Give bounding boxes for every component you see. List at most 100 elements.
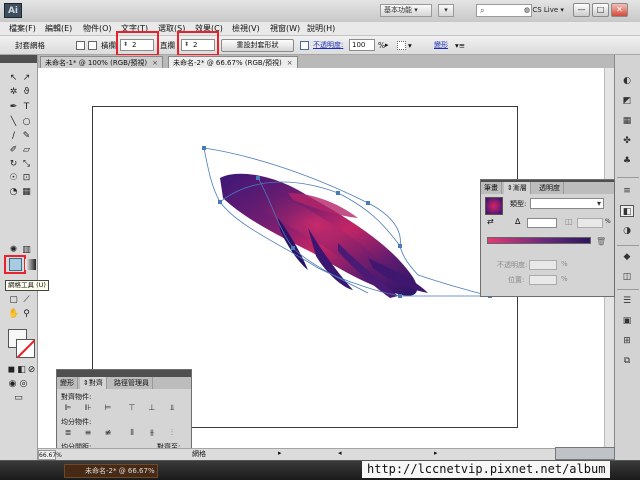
menu-object[interactable]: 物件(O) xyxy=(83,22,112,36)
distribute-right-icon[interactable]: ⫶ xyxy=(167,428,177,437)
opacity-input[interactable]: 100 xyxy=(349,39,375,51)
none-mode-icon[interactable]: ⊘ xyxy=(26,365,37,376)
menu-help[interactable]: 說明(H) xyxy=(307,22,335,36)
line-tool-icon[interactable]: ╲ xyxy=(8,117,19,128)
close-button[interactable]: ✕ xyxy=(611,3,628,17)
perspective-grid-tool-icon[interactable]: ▦ xyxy=(21,187,32,198)
symbol-sprayer-tool-icon[interactable]: ✺ xyxy=(8,245,19,256)
reference-dropdown-icon[interactable]: ▾ xyxy=(408,36,412,55)
gradient-tool-icon[interactable] xyxy=(25,259,36,270)
trash-icon[interactable]: 🗑 xyxy=(596,237,606,246)
tab-transparency[interactable]: 透明度 xyxy=(536,182,564,194)
menu-view[interactable]: 檢視(V) xyxy=(232,22,260,36)
align-left-icon[interactable]: ⊫ xyxy=(63,403,73,412)
distribute-bottom-icon[interactable]: ≢ xyxy=(103,428,113,437)
eraser-tool-icon[interactable]: ▱ xyxy=(21,145,32,156)
selection-tool-icon[interactable]: ↖ xyxy=(8,73,19,84)
reset-envelope-button[interactable]: 重設封套形狀 xyxy=(221,39,294,52)
tab-stroke[interactable]: 筆畫 xyxy=(481,182,502,194)
transparency-panel-icon[interactable]: ◑ xyxy=(620,225,634,237)
columns-stepper[interactable]: ⬍ 2 xyxy=(181,39,215,51)
menu-select[interactable]: 選取(S) xyxy=(158,22,185,36)
panel-tray-button[interactable] xyxy=(555,447,615,460)
maximize-button[interactable]: □ xyxy=(592,3,609,17)
recolor-icon[interactable] xyxy=(300,41,309,50)
hand-tool-icon[interactable]: ✋ xyxy=(8,309,19,320)
warp-tool-icon[interactable]: ☉ xyxy=(8,173,19,184)
opacity-dropdown-icon[interactable]: ▸ xyxy=(385,36,389,55)
menu-type[interactable]: 文字(T) xyxy=(121,22,148,36)
appearance-panel-icon[interactable]: ◆ xyxy=(620,251,634,263)
menu-file[interactable]: 檔案(F) xyxy=(9,22,36,36)
taskbar-window-item[interactable]: 未命名-2* @ 66.67% xyxy=(64,464,158,478)
menu-window[interactable]: 視窗(W) xyxy=(270,22,300,36)
blob-brush-tool-icon[interactable]: ✐ xyxy=(8,145,19,156)
scroll-right-icon[interactable]: ▸ xyxy=(434,449,438,457)
distribute-hcenter-icon[interactable]: ⫵ xyxy=(147,428,157,437)
tab-gradient[interactable]: ⇕漸層 xyxy=(504,182,531,194)
minimize-button[interactable]: — xyxy=(573,3,590,17)
zoom-tool-icon[interactable]: ⚲ xyxy=(21,309,32,320)
align-vcenter-icon[interactable]: ⊥ xyxy=(147,403,157,412)
align-panel-icon[interactable]: ⊞ xyxy=(620,335,634,347)
gradient-type-select[interactable] xyxy=(530,198,604,209)
swatches-panel-icon[interactable]: ▦ xyxy=(620,115,634,127)
cs-live-button[interactable]: ◍ CS Live ▾ xyxy=(524,4,564,17)
slice-tool-icon[interactable]: ⟋ xyxy=(21,295,32,306)
distorted-feather-art[interactable] xyxy=(220,173,428,298)
ellipse-tool-icon[interactable]: ○ xyxy=(21,117,32,128)
stroke-swatch[interactable] xyxy=(16,339,35,358)
draw-inside-icon[interactable]: ◎ xyxy=(18,379,29,390)
close-icon[interactable]: × xyxy=(152,59,158,67)
zoom-field[interactable]: 66.67% xyxy=(38,450,62,460)
edit-contents-icon[interactable] xyxy=(88,41,97,50)
align-right-icon[interactable]: ⊨ xyxy=(103,403,113,412)
edit-envelope-icon[interactable] xyxy=(76,41,85,50)
magic-wand-tool-icon[interactable]: ✲ xyxy=(8,87,19,98)
distribute-left-icon[interactable]: ⫴ xyxy=(127,428,137,437)
type-tool-icon[interactable]: T xyxy=(21,102,32,113)
tools-panel-header[interactable] xyxy=(0,55,37,63)
distribute-vcenter-icon[interactable]: ≡ xyxy=(83,428,93,437)
stroke-panel-icon[interactable]: ≡ xyxy=(620,185,634,197)
pathfinder-panel-icon[interactable]: ⧉ xyxy=(620,355,634,367)
tab-align[interactable]: ⇕對齊 xyxy=(80,377,107,389)
align-hcenter-icon[interactable]: ⊪ xyxy=(83,403,93,412)
color-panel-icon[interactable]: ◐ xyxy=(620,75,634,87)
artboard-tool-icon[interactable]: ▢ xyxy=(8,295,19,306)
scroll-left-icon[interactable]: ◂ xyxy=(338,449,342,457)
reference-point-icon[interactable] xyxy=(397,41,406,50)
screen-mode-icon[interactable]: ▭ xyxy=(13,393,24,404)
symbols-panel-icon[interactable]: ♣ xyxy=(620,155,634,167)
gradient-slider[interactable] xyxy=(487,237,591,244)
angle-icon[interactable]: ∆ xyxy=(515,217,520,226)
gradient-preview-swatch[interactable] xyxy=(485,197,503,215)
menu-edit[interactable]: 編輯(E) xyxy=(45,22,72,36)
direct-selection-tool-icon[interactable]: ↗ xyxy=(21,73,32,84)
lasso-tool-icon[interactable]: ϑ xyxy=(21,87,32,98)
align-bottom-icon[interactable]: ⫫ xyxy=(167,403,177,412)
menu-effect[interactable]: 效果(C) xyxy=(195,22,223,36)
rotate-tool-icon[interactable]: ↻ xyxy=(8,159,19,170)
mesh-tool-icon[interactable] xyxy=(9,258,22,271)
graphic-styles-icon[interactable]: ◫ xyxy=(620,271,634,283)
pencil-tool-icon[interactable]: ✎ xyxy=(21,131,32,142)
tab-document-1[interactable]: 未命名-1* @ 100% (RGB/預視) × xyxy=(40,56,163,68)
distribute-top-icon[interactable]: ≣ xyxy=(63,428,73,437)
fill-stroke-widget[interactable] xyxy=(8,329,36,359)
pen-tool-icon[interactable]: ✒ xyxy=(8,102,19,113)
align-top-icon[interactable]: ⊤ xyxy=(127,403,137,412)
opacity-link[interactable]: 不透明度: xyxy=(313,36,343,55)
reverse-gradient-icon[interactable]: ⇄ xyxy=(487,217,494,226)
free-transform-tool-icon[interactable]: ⊡ xyxy=(21,173,32,184)
close-icon[interactable]: × xyxy=(287,59,293,67)
tab-document-2[interactable]: 未命名-2* @ 66.67% (RGB/預視) × xyxy=(168,56,298,68)
draw-mode-icon[interactable]: ◉ xyxy=(7,379,18,390)
transform-link[interactable]: 變形 xyxy=(434,36,448,55)
tab-pathfinder[interactable]: 路徑管理員 xyxy=(111,377,153,389)
column-graph-tool-icon[interactable]: ▥ xyxy=(21,245,32,256)
color-guide-icon[interactable]: ◩ xyxy=(620,95,634,107)
search-options-button[interactable]: ▾ xyxy=(438,4,454,17)
brushes-panel-icon[interactable]: ✤ xyxy=(620,135,634,147)
gradient-panel-icon[interactable]: ◧ xyxy=(620,205,634,217)
